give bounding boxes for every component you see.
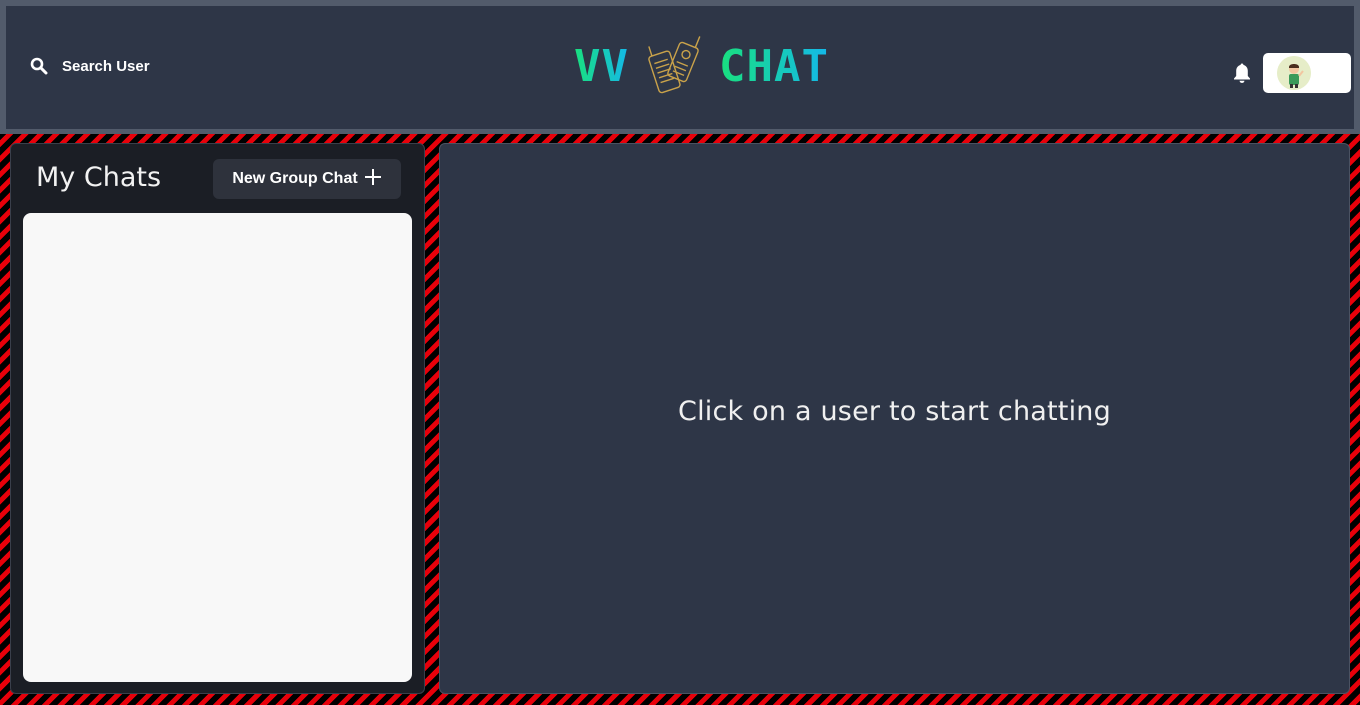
new-group-chat-button[interactable]: New Group Chat (213, 159, 401, 199)
bell-icon[interactable] (1232, 62, 1252, 89)
logo-text-left: VV (574, 40, 629, 92)
empty-chat-message: Click on a user to start chatting (678, 396, 1111, 427)
app-logo: VV CHAT (574, 26, 829, 106)
plus-icon (364, 168, 382, 191)
search-user-label: Search User (62, 57, 150, 75)
logo-text-right: CHAT (718, 40, 829, 92)
profile-menu-button[interactable] (1263, 53, 1351, 93)
chat-list[interactable] (23, 213, 412, 682)
search-icon (30, 57, 48, 75)
avatar (1277, 56, 1311, 90)
walkie-talkie-icon (645, 30, 705, 103)
top-bar: Search User VV CHAT (0, 0, 1360, 134)
chat-box: Click on a user to start chatting (439, 143, 1350, 694)
new-group-chat-label: New Group Chat (232, 170, 358, 187)
search-user-button[interactable]: Search User (30, 51, 150, 81)
my-chats-panel: My Chats New Group Chat (10, 143, 425, 694)
my-chats-title: My Chats (36, 162, 162, 193)
